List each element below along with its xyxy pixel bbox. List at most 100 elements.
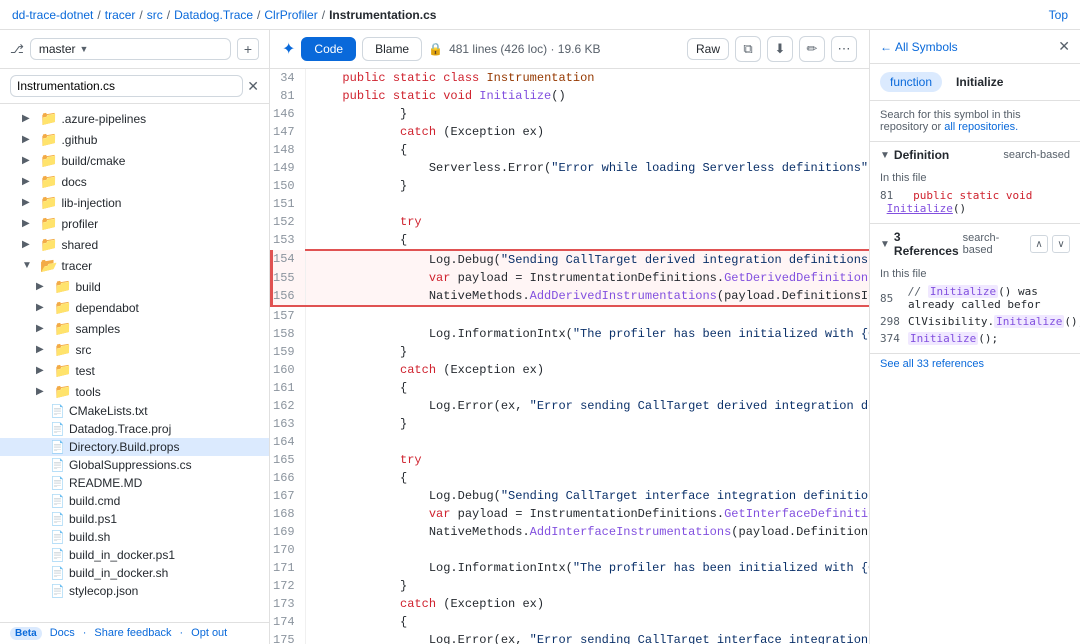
breadcrumb-clrprofiler[interactable]: ClrProfiler [264, 8, 317, 22]
close-button[interactable]: ✕ [1058, 38, 1070, 55]
sidebar-item-dependabot[interactable]: ▶ 📁 dependabot [0, 297, 269, 318]
sidebar-item-build[interactable]: ▶ 📁 build [0, 276, 269, 297]
chevron-left-icon: ← [880, 40, 892, 54]
folder-icon: 📁 [54, 320, 71, 337]
download-button[interactable]: ⬇ [767, 36, 793, 62]
all-repos-link[interactable]: all repositories. [944, 121, 1018, 133]
sidebar-item-directory-build-props[interactable]: 📄 Directory.Build.props [0, 438, 269, 456]
opt-out-link[interactable]: Opt out [191, 627, 227, 640]
table-row: 163 } [272, 415, 870, 433]
sidebar-item-build-cmd[interactable]: 📄 build.cmd [0, 492, 269, 510]
codesearch-icon: ✦ [282, 39, 295, 59]
table-row: 81 public static void Initialize() [272, 87, 870, 105]
sidebar-item-docs[interactable]: ▶ 📁 docs [0, 171, 269, 192]
chevron-down-icon: ▼ [880, 239, 890, 250]
lock-icon: 🔒 [428, 42, 443, 56]
edit-button[interactable]: ✏ [799, 36, 825, 62]
breadcrumb-tracer[interactable]: tracer [105, 8, 136, 22]
tab-function[interactable]: function [880, 72, 942, 92]
table-row: 164 [272, 433, 870, 451]
chevron-right-icon: ▶ [36, 302, 50, 313]
sidebar-item-tools[interactable]: ▶ 📁 tools [0, 381, 269, 402]
sidebar-item-build-in-docker-ps1[interactable]: 📄 build_in_docker.ps1 [0, 546, 269, 564]
search-clear-icon[interactable]: ✕ [247, 78, 259, 95]
sidebar-footer: Beta Docs · Share feedback · Opt out [0, 622, 269, 644]
sidebar-item-samples[interactable]: ▶ 📁 samples [0, 318, 269, 339]
sidebar-item-datadog-trace-proj[interactable]: 📄 Datadog.Trace.proj [0, 420, 269, 438]
reference-line-374[interactable]: 374 Initialize(); [880, 330, 1070, 347]
back-link[interactable]: ← All Symbols [880, 40, 958, 54]
beta-badge: Beta [10, 627, 42, 640]
prev-reference-button[interactable]: ∧ [1030, 235, 1048, 253]
breadcrumb-repo[interactable]: dd-trace-dotnet [12, 8, 93, 22]
feedback-link[interactable]: Share feedback [94, 627, 171, 640]
add-branch-button[interactable]: + [237, 38, 259, 60]
chevron-down-icon: ▼ [80, 44, 89, 54]
reference-line-298[interactable]: 298 ClVisibility.Initialize(); [880, 313, 1070, 330]
next-reference-button[interactable]: ∨ [1052, 235, 1070, 253]
blame-tab-button[interactable]: Blame [362, 37, 422, 61]
tab-initialize[interactable]: Initialize [946, 72, 1013, 92]
file-icon: 📄 [50, 494, 65, 508]
chevron-right-icon: ▶ [22, 197, 36, 208]
toolbar-left: ✦ Code Blame 🔒 481 lines (426 loc) · 19.… [282, 37, 600, 61]
right-panel: ← All Symbols ✕ function Initialize Sear… [870, 30, 1080, 644]
branch-selector[interactable]: master ▼ [30, 38, 231, 60]
file-icon: 📄 [50, 422, 65, 436]
code-tab-button[interactable]: Code [301, 37, 356, 61]
sidebar-item-azure-pipelines[interactable]: ▶ 📁 .azure-pipelines [0, 108, 269, 129]
table-row: 160 catch (Exception ex) [272, 361, 870, 379]
definition-line[interactable]: 81 public static void Initialize() [880, 187, 1070, 217]
sidebar-item-build-cmake[interactable]: ▶ 📁 build/cmake [0, 150, 269, 171]
folder-icon: 📁 [40, 215, 57, 232]
sidebar-item-global-suppressions[interactable]: 📄 GlobalSuppressions.cs [0, 456, 269, 474]
search-input[interactable] [10, 75, 243, 97]
top-link[interactable]: Top [1049, 8, 1068, 22]
sidebar-item-cmakelists[interactable]: 📄 CMakeLists.txt [0, 402, 269, 420]
table-row: 159 } [272, 343, 870, 361]
breadcrumb-src[interactable]: src [147, 8, 163, 22]
sidebar-item-src[interactable]: ▶ 📁 src [0, 339, 269, 360]
more-options-button[interactable]: ⋯ [831, 36, 857, 62]
table-row: 167 Log.Debug("Sending CallTarget interf… [272, 487, 870, 505]
sidebar-item-stylecop[interactable]: 📄 stylecop.json [0, 582, 269, 600]
file-icon: 📄 [50, 440, 65, 454]
sidebar-item-build-sh[interactable]: 📄 build.sh [0, 528, 269, 546]
folder-icon: 📁 [40, 110, 57, 127]
table-row: 165 try [272, 451, 870, 469]
file-icon: 📄 [50, 584, 65, 598]
reference-line-85[interactable]: 85 // Initialize() was already called be… [880, 283, 1070, 313]
chevron-right-icon: ▶ [36, 344, 50, 355]
folder-icon: 📁 [40, 194, 57, 211]
raw-button[interactable]: Raw [687, 38, 729, 60]
docs-link[interactable]: Docs [50, 627, 75, 640]
table-row: 162 Log.Error(ex, "Error sending CallTar… [272, 397, 870, 415]
sidebar-item-lib-injection[interactable]: ▶ 📁 lib-injection [0, 192, 269, 213]
sidebar-item-tracer[interactable]: ▼ 📂 tracer [0, 255, 269, 276]
see-all-references-link[interactable]: See all 33 references [870, 354, 1080, 374]
table-row: 175 Log.Error(ex, "Error sending CallTar… [272, 631, 870, 644]
references-controls: ∧ ∨ [1030, 235, 1070, 253]
code-area: ✦ Code Blame 🔒 481 lines (426 loc) · 19.… [270, 30, 870, 644]
breadcrumb-datadog[interactable]: Datadog.Trace [174, 8, 253, 22]
sidebar-item-build-in-docker-sh[interactable]: 📄 build_in_docker.sh [0, 564, 269, 582]
folder-icon: 📁 [54, 362, 71, 379]
sidebar-item-github[interactable]: ▶ 📁 .github [0, 129, 269, 150]
table-row: 171 Log.InformationIntx("The profiler ha… [272, 559, 870, 577]
chevron-right-icon: ▶ [36, 386, 50, 397]
table-row: 148 { [272, 141, 870, 159]
chevron-right-icon: ▶ [36, 281, 50, 292]
sidebar-item-test[interactable]: ▶ 📁 test [0, 360, 269, 381]
table-row: 146 } [272, 105, 870, 123]
folder-icon: 📁 [54, 299, 71, 316]
code-content[interactable]: 34 public static class Instrumentation 8… [270, 69, 869, 644]
sidebar-item-readme[interactable]: 📄 README.MD [0, 474, 269, 492]
copy-button[interactable]: ⧉ [735, 36, 761, 62]
sidebar-item-profiler[interactable]: ▶ 📁 profiler [0, 213, 269, 234]
top-bar: dd-trace-dotnet / tracer / src / Datadog… [0, 0, 1080, 30]
sidebar-item-build-ps1[interactable]: 📄 build.ps1 [0, 510, 269, 528]
sidebar-item-shared[interactable]: ▶ 📁 shared [0, 234, 269, 255]
table-row: 150 } [272, 177, 870, 195]
table-row: 172 } [272, 577, 870, 595]
file-icon: 📄 [50, 476, 65, 490]
